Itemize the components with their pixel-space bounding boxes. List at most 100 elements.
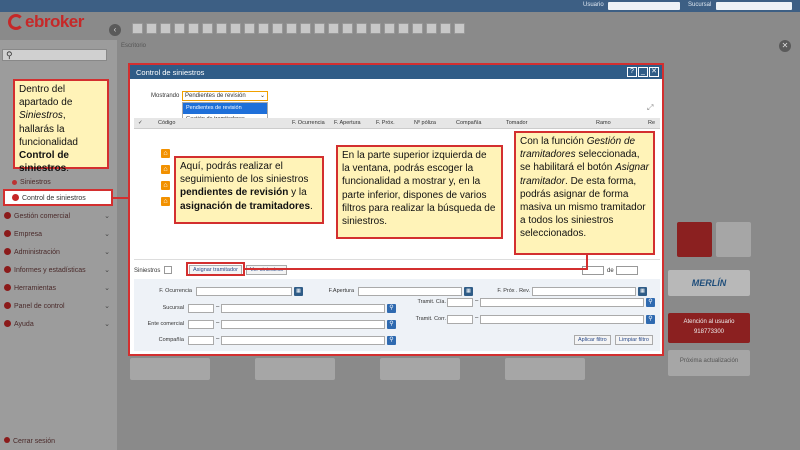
select-all-icon[interactable]: ✓ (138, 120, 143, 126)
expand-icon[interactable]: ⤢ (647, 103, 656, 112)
sidebar-item-gestion-comercial[interactable]: Gestión comercial ⌄ (4, 212, 112, 224)
control-siniestros-icon (12, 194, 19, 201)
col-tomador[interactable]: Tomador (506, 120, 527, 126)
col-codigo[interactable]: Código (158, 120, 175, 126)
toolbar-icon[interactable] (286, 23, 297, 34)
row-warning-icon[interactable]: ⌂ (161, 181, 170, 190)
f-prox-rev-input[interactable] (532, 287, 636, 296)
desktop-tile[interactable] (130, 358, 210, 380)
search-icon[interactable]: ⚲ (387, 336, 396, 345)
desktop-tile[interactable] (380, 358, 460, 380)
toolbar-icon[interactable] (216, 23, 227, 34)
sidebar-search-input[interactable]: ⚲ (2, 49, 107, 61)
row-warning-icon[interactable]: ⌂ (161, 149, 170, 158)
siniestros-checkbox[interactable] (164, 266, 172, 274)
row-warning-icon[interactable]: ⌂ (161, 165, 170, 174)
toolbar-icon[interactable] (300, 23, 311, 34)
row-warning-icon[interactable]: ⌂ (161, 197, 170, 206)
tramit-corr-name-input[interactable] (480, 315, 644, 324)
compania-code-input[interactable] (188, 336, 214, 345)
help-icon[interactable]: ? (627, 67, 637, 77)
tramit-corr-code-input[interactable] (447, 315, 473, 324)
col-f-apertura[interactable]: F. Apertura (334, 120, 361, 126)
compania-name-input[interactable] (221, 336, 385, 345)
toolbar-icon[interactable] (356, 23, 367, 34)
f-ocurrencia-input[interactable] (196, 287, 292, 296)
aplicar-filtro-button[interactable]: Aplicar filtro (574, 335, 611, 345)
sucursal-name-input[interactable] (221, 304, 385, 313)
dropdown-option-pendientes[interactable]: Pendientes de revisión (183, 103, 267, 114)
calendar-icon[interactable]: ▦ (294, 287, 303, 296)
desktop-tile[interactable] (677, 222, 712, 257)
col-ramo[interactable]: Ramo (596, 120, 611, 126)
toolbar-icon[interactable] (426, 23, 437, 34)
toolbar-icon[interactable] (146, 23, 157, 34)
sidebar-item-herramientas[interactable]: Herramientas ⌄ (4, 284, 112, 296)
chevron-down-icon: ⌄ (104, 213, 110, 220)
ver-siniestros-button[interactable]: Ver siniestros (246, 265, 288, 275)
update-tile[interactable]: Próxima actualización (668, 350, 750, 376)
search-icon[interactable]: ⚲ (387, 304, 396, 313)
mostrando-select[interactable]: Pendientes de revisión ⌄ (182, 91, 268, 101)
minimize-icon[interactable]: _ (638, 67, 648, 77)
f-apertura-input[interactable] (358, 287, 462, 296)
toolbar-icon[interactable] (384, 23, 395, 34)
desktop-tile[interactable] (716, 222, 751, 257)
f-apertura-label: F.Apertura (328, 288, 354, 294)
toolbar-icon[interactable] (258, 23, 269, 34)
toolbar-icon[interactable] (230, 23, 241, 34)
toolbar-icon[interactable] (272, 23, 283, 34)
desktop-tile[interactable] (505, 358, 585, 380)
usuario-field[interactable] (608, 2, 680, 10)
sidebar-item-ayuda[interactable]: Ayuda ⌄ (4, 320, 112, 332)
merlin-tile[interactable]: MERLÍN (668, 270, 750, 296)
toolbar-icon[interactable] (328, 23, 339, 34)
sidebar-item-panel-control[interactable]: Panel de control ⌄ (4, 302, 112, 314)
col-f-prox[interactable]: F. Próx. (376, 120, 395, 126)
col-re[interactable]: Re (648, 120, 655, 126)
col-f-ocurrencia[interactable]: F. Ocurrencia (292, 120, 325, 126)
search-icon[interactable]: ⚲ (646, 298, 655, 307)
contact-tile[interactable]: Atención al usuario 918773300 (668, 313, 750, 343)
toolbar-icon[interactable] (202, 23, 213, 34)
toolbar-icon[interactable] (314, 23, 325, 34)
toolbar-icon[interactable] (244, 23, 255, 34)
col-n-poliza[interactable]: Nº póliza (414, 120, 436, 126)
toolbar-icon[interactable] (398, 23, 409, 34)
toolbar-icon[interactable] (412, 23, 423, 34)
close-desktop-button[interactable]: ✕ (779, 40, 791, 52)
toolbar-icon[interactable] (160, 23, 171, 34)
toolbar-icon[interactable] (174, 23, 185, 34)
ente-code-input[interactable] (188, 320, 214, 329)
sidebar-item-empresa[interactable]: Empresa ⌄ (4, 230, 112, 242)
tramit-cia-name-input[interactable] (480, 298, 644, 307)
sidebar-item-control-siniestros[interactable]: Control de siniestros (3, 189, 113, 206)
tramit-cia-code-input[interactable] (447, 298, 473, 307)
logout-link[interactable]: Cerrar sesión (4, 437, 55, 445)
gestion-comercial-icon (4, 212, 11, 219)
callout-text: . (66, 163, 70, 175)
back-button[interactable]: ‹ (109, 24, 121, 36)
toolbar-icon[interactable] (454, 23, 465, 34)
sidebar-item-administracion[interactable]: Administración ⌄ (4, 248, 112, 260)
toolbar-icon[interactable] (132, 23, 143, 34)
close-icon[interactable]: ✕ (649, 67, 659, 77)
ente-name-input[interactable] (221, 320, 385, 329)
toolbar-icon[interactable] (440, 23, 451, 34)
toolbar-icon[interactable] (342, 23, 353, 34)
calendar-icon[interactable]: ▦ (464, 287, 473, 296)
desktop-tile[interactable] (255, 358, 335, 380)
toolbar-icon[interactable] (188, 23, 199, 34)
empresa-icon (4, 230, 11, 237)
sidebar-item-informes[interactable]: Informes y estadísticas ⌄ (4, 266, 112, 278)
sidebar-item-label: Siniestros (20, 179, 51, 186)
search-icon[interactable]: ⚲ (646, 315, 655, 324)
sucursal-field[interactable] (716, 2, 792, 10)
calendar-icon[interactable]: ▦ (638, 287, 647, 296)
search-icon[interactable]: ⚲ (387, 320, 396, 329)
sucursal-code-input[interactable] (188, 304, 214, 313)
toolbar-icon[interactable] (370, 23, 381, 34)
col-compania[interactable]: Compañía (456, 120, 481, 126)
limpiar-filtro-button[interactable]: Limpiar filtro (615, 335, 653, 345)
chevron-down-icon: ⌄ (104, 249, 110, 256)
